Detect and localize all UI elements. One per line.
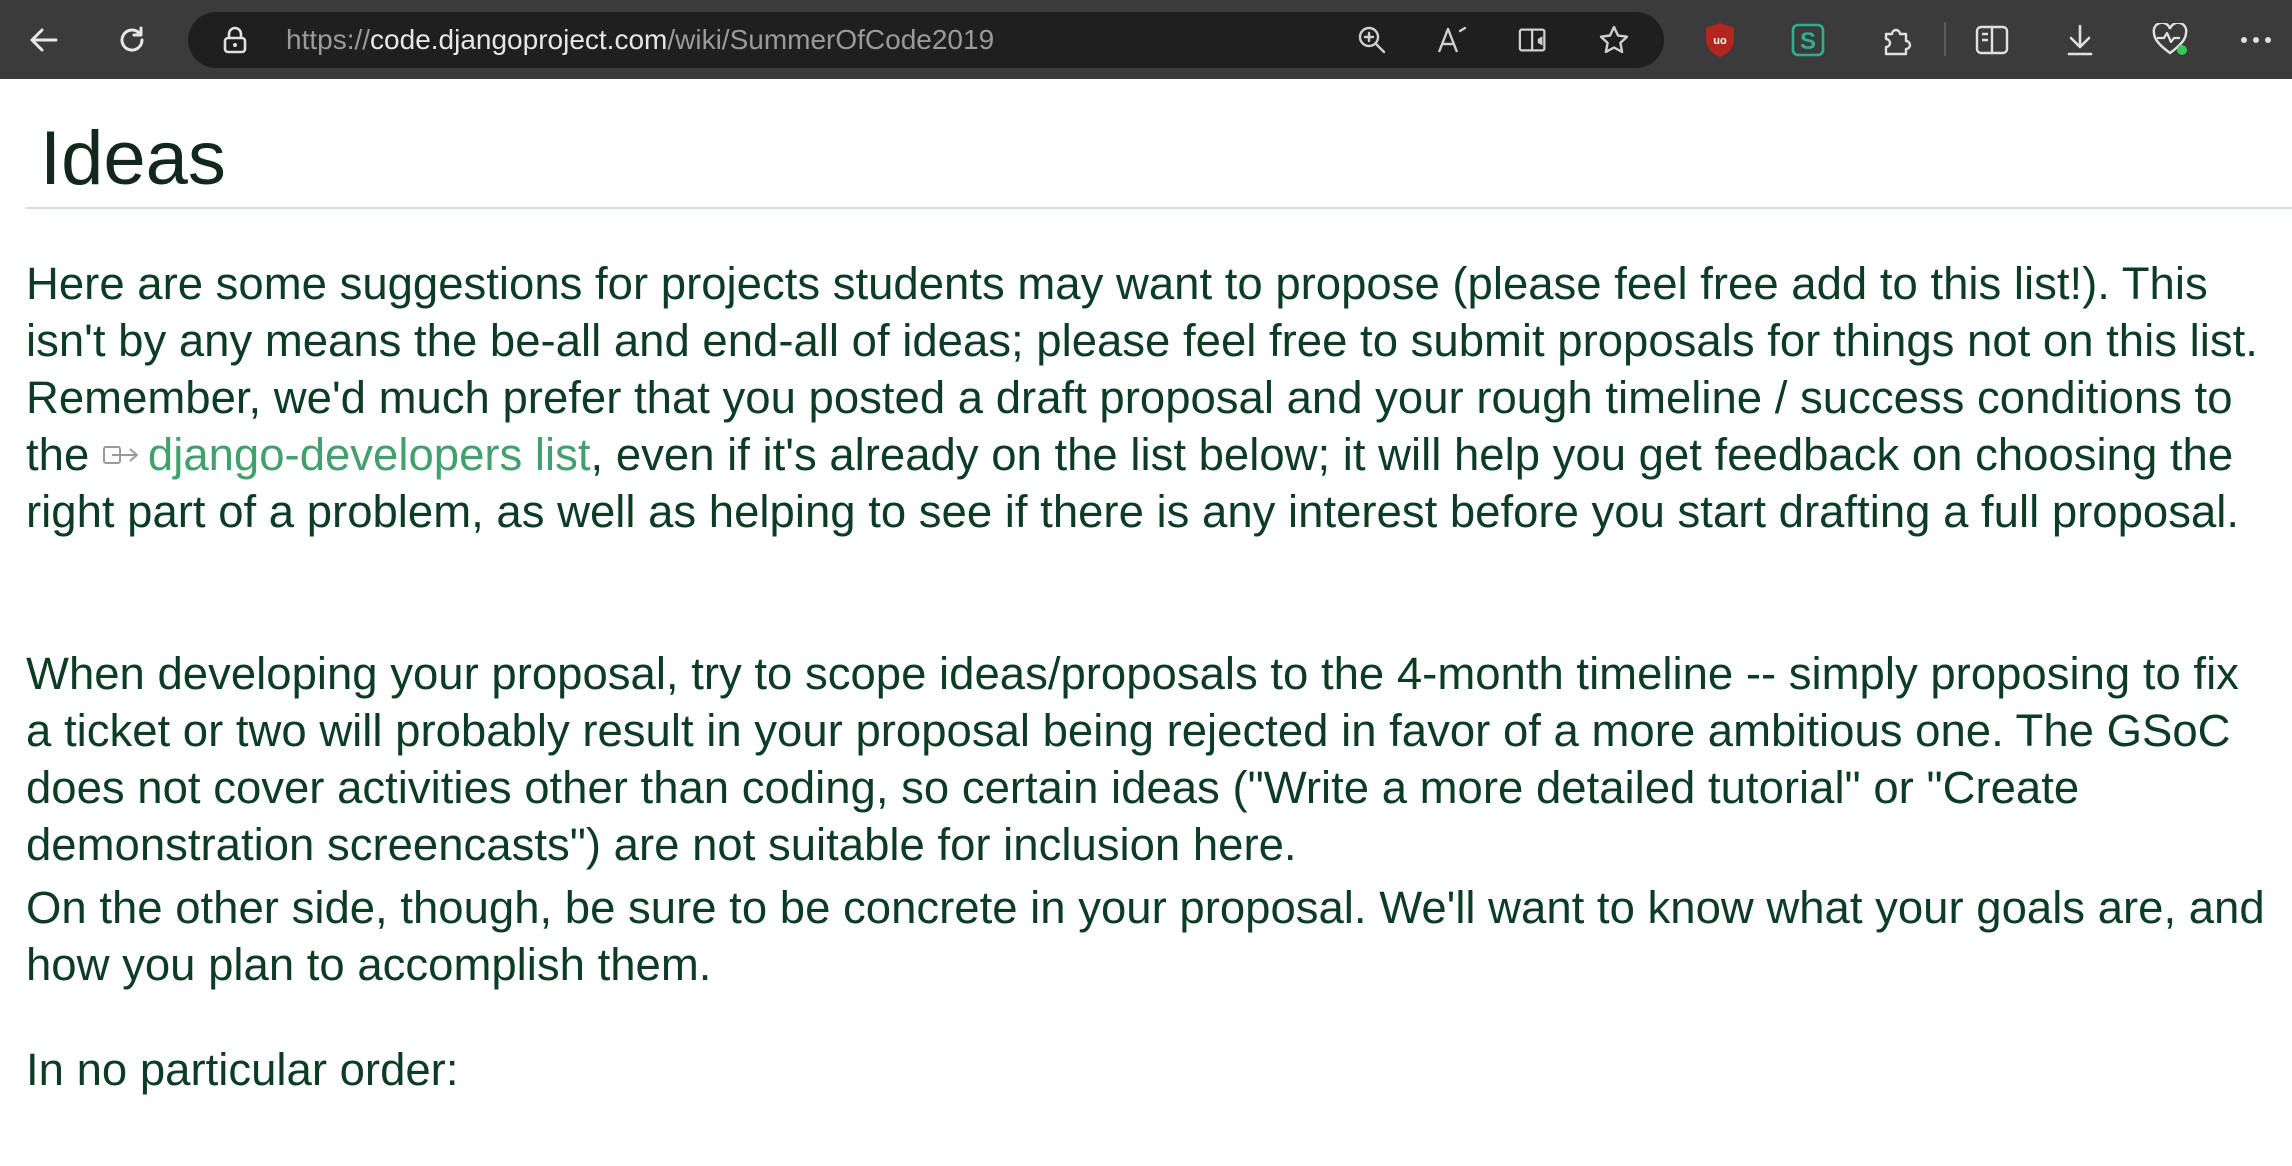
- extensions-icon[interactable]: [1874, 18, 1918, 62]
- django-developers-link[interactable]: django-developers list: [102, 429, 591, 480]
- downloads-icon[interactable]: [2058, 18, 2102, 62]
- scope-paragraph: When developing your proposal, try to sc…: [26, 648, 2239, 870]
- split-screen-icon[interactable]: [1970, 18, 2014, 62]
- external-link-icon: [102, 445, 138, 464]
- url-host: code.djangoproject.com: [370, 24, 668, 55]
- toolbar-divider: [1944, 22, 1946, 56]
- page-title: Ideas: [40, 116, 226, 201]
- back-button[interactable]: [20, 16, 68, 64]
- refresh-button[interactable]: [108, 16, 156, 64]
- back-icon: [30, 28, 58, 52]
- refresh-icon: [120, 26, 144, 52]
- more-icon[interactable]: [2234, 18, 2278, 62]
- favorite-star-icon[interactable]: [1598, 24, 1630, 56]
- immersive-reader-icon[interactable]: [1518, 24, 1550, 56]
- lock-icon[interactable]: [222, 26, 248, 59]
- url-text[interactable]: https://code.djangoproject.com/wiki/Summ…: [286, 12, 994, 68]
- concrete-paragraph: On the other side, though, be sure to be…: [26, 882, 2265, 990]
- django-developers-link-text: django-developers list: [147, 429, 591, 480]
- page-content: Ideas Here are some suggestions for proj…: [0, 79, 2292, 1166]
- svg-text:S: S: [1800, 28, 1816, 55]
- stylus-icon[interactable]: S: [1786, 18, 1830, 62]
- svg-text:uo: uo: [1713, 35, 1727, 47]
- browser-toolbar: https://code.djangoproject.com/wiki/Summ…: [0, 0, 2292, 79]
- ublock-icon[interactable]: uo: [1698, 18, 1742, 62]
- zoom-icon[interactable]: [1356, 24, 1388, 56]
- order-paragraph: In no particular order:: [26, 1044, 459, 1095]
- url-path: /wiki/SummerOfCode2019: [667, 24, 995, 55]
- address-bar[interactable]: https://code.djangoproject.com/wiki/Summ…: [188, 12, 1664, 68]
- url-scheme: https://: [286, 24, 371, 55]
- title-underline: [26, 207, 2292, 209]
- read-aloud-icon[interactable]: [1436, 24, 1468, 56]
- intro-paragraph: Here are some suggestions for projects s…: [26, 255, 2276, 540]
- browser-health-icon[interactable]: [2148, 18, 2192, 62]
